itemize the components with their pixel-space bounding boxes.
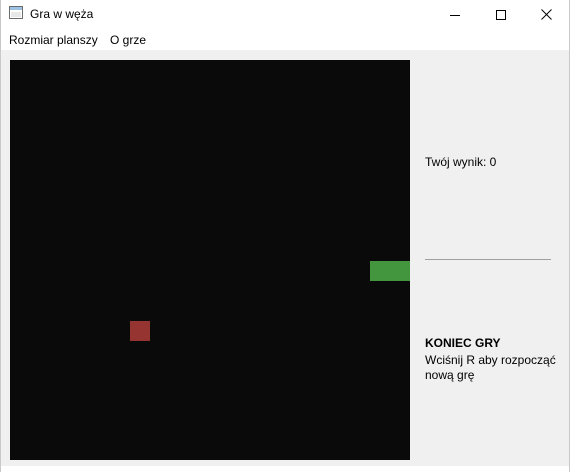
close-button[interactable] (523, 0, 569, 29)
window-bottom-edge (1, 466, 569, 472)
game-over-message: Wciśnij R aby rozpocząć nową grę (425, 353, 556, 382)
food-item (130, 321, 150, 341)
score-label: Twój wynik: 0 (425, 155, 497, 169)
title-bar[interactable]: Gra w węża (1, 0, 569, 29)
game-window: Gra w węża Rozmiar planszy O grze Twój w… (0, 0, 570, 472)
maximize-icon (496, 9, 506, 20)
close-icon (540, 9, 552, 20)
snake-segment (370, 261, 390, 281)
snake-segment (390, 261, 410, 281)
panel-divider (425, 259, 551, 260)
minimize-icon (450, 14, 460, 16)
menu-board-size[interactable]: Rozmiar planszy (9, 33, 98, 47)
window-title: Gra w węża (30, 7, 94, 21)
game-board[interactable] (10, 60, 410, 460)
minimize-button[interactable] (432, 0, 478, 29)
game-over-title: KONIEC GRY (425, 336, 501, 350)
maximize-button[interactable] (478, 0, 524, 29)
side-panel: Twój wynik: 0 KONIEC GRY Wciśnij R aby r… (425, 50, 565, 470)
menu-bar: Rozmiar planszy O grze (1, 29, 569, 50)
menu-about[interactable]: O grze (110, 33, 146, 47)
window-app-icon (9, 6, 23, 19)
